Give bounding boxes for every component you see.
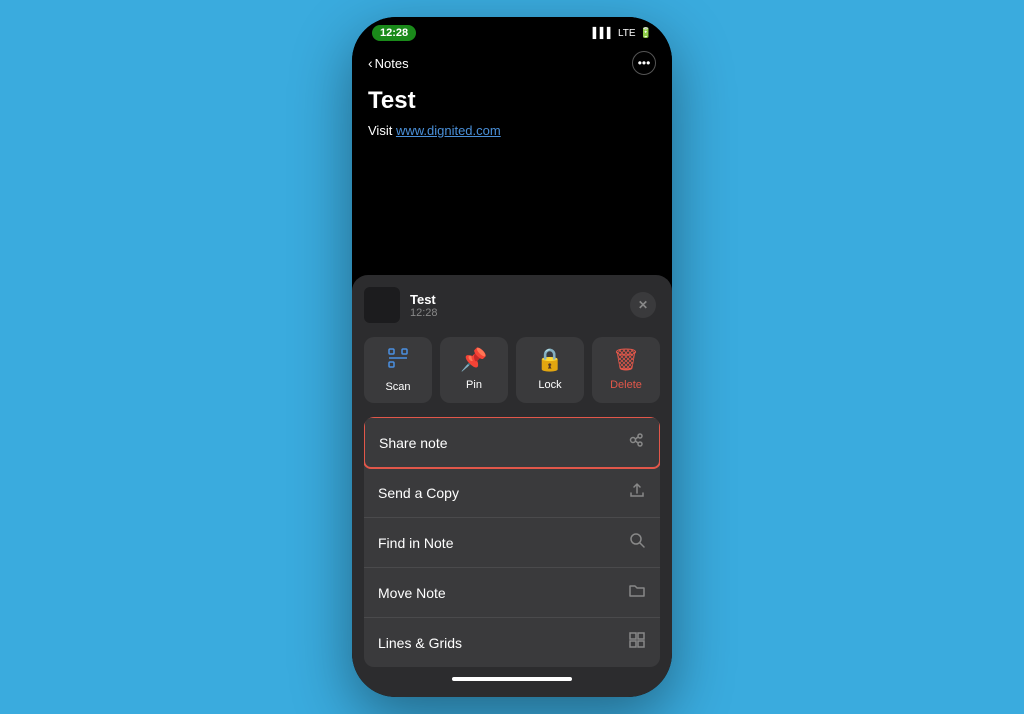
back-label: Notes [375,56,409,71]
find-in-note-label: Find in Note [378,535,453,551]
share-note-item[interactable]: Share note [364,417,660,469]
find-in-note-item[interactable]: Find in Note [364,518,660,568]
delete-icon: 🗑 [612,347,640,373]
note-meta: Test 12:28 [410,292,620,319]
close-button[interactable]: ✕ [630,292,656,318]
send-copy-item[interactable]: Send a Copy [364,468,660,518]
note-content-area: Test Visit www.dignited.com [352,79,672,239]
status-time: 12:28 [372,25,416,41]
sheet-header: Test 12:28 ✕ [364,287,660,323]
lines-grids-icon [628,631,646,654]
move-note-label: Move Note [378,585,446,601]
delete-label: Delete [610,379,642,391]
note-thumbnail [364,287,400,323]
move-note-item[interactable]: Move Note [364,568,660,618]
note-body-prefix: Visit [368,123,396,138]
phone-frame: 12:28 ▌▌▌ LTE 🔋 ‹ Notes ••• Test Visit w… [352,17,672,697]
battery-icon: 🔋 [640,28,652,39]
action-buttons-row: Scan 📌 Pin 🔒 Lock 🗑 Delete [364,337,660,403]
share-note-label: Share note [379,435,448,451]
close-icon: ✕ [638,298,648,312]
menu-items-list: Share note Send a Copy [364,417,660,667]
move-note-icon [628,581,646,604]
pin-button[interactable]: 📌 Pin [440,337,508,403]
back-chevron-icon: ‹ [368,55,373,71]
delete-button[interactable]: 🗑 Delete [592,337,660,403]
send-copy-label: Send a Copy [378,485,459,501]
lock-label: Lock [538,379,561,391]
find-in-note-icon [628,531,646,554]
context-sheet: Test 12:28 ✕ Scan [352,275,672,697]
lock-button[interactable]: 🔒 Lock [516,337,584,403]
note-body: Visit www.dignited.com [368,123,656,138]
scan-label: Scan [385,381,410,393]
more-icon: ••• [638,56,651,70]
note-title: Test [368,87,656,115]
status-bar: 12:28 ▌▌▌ LTE 🔋 [352,17,672,45]
lines-grids-item[interactable]: Lines & Grids [364,618,660,667]
note-meta-time: 12:28 [410,307,620,319]
share-note-icon [627,431,645,454]
send-copy-icon [628,481,646,504]
scan-icon [387,347,409,375]
home-indicator [452,677,572,681]
signal-icon: ▌▌▌ [593,28,614,39]
lines-grids-label: Lines & Grids [378,635,462,651]
note-link[interactable]: www.dignited.com [396,123,501,138]
lock-icon: 🔒 [536,347,563,373]
more-button[interactable]: ••• [632,51,656,75]
status-icons: ▌▌▌ LTE 🔋 [593,28,652,39]
notes-header: ‹ Notes ••• [352,45,672,79]
lte-icon: LTE [618,28,636,39]
pin-label: Pin [466,379,482,391]
back-button[interactable]: ‹ Notes [368,55,409,71]
pin-icon: 📌 [460,347,487,373]
note-meta-title: Test [410,292,620,307]
scan-button[interactable]: Scan [364,337,432,403]
